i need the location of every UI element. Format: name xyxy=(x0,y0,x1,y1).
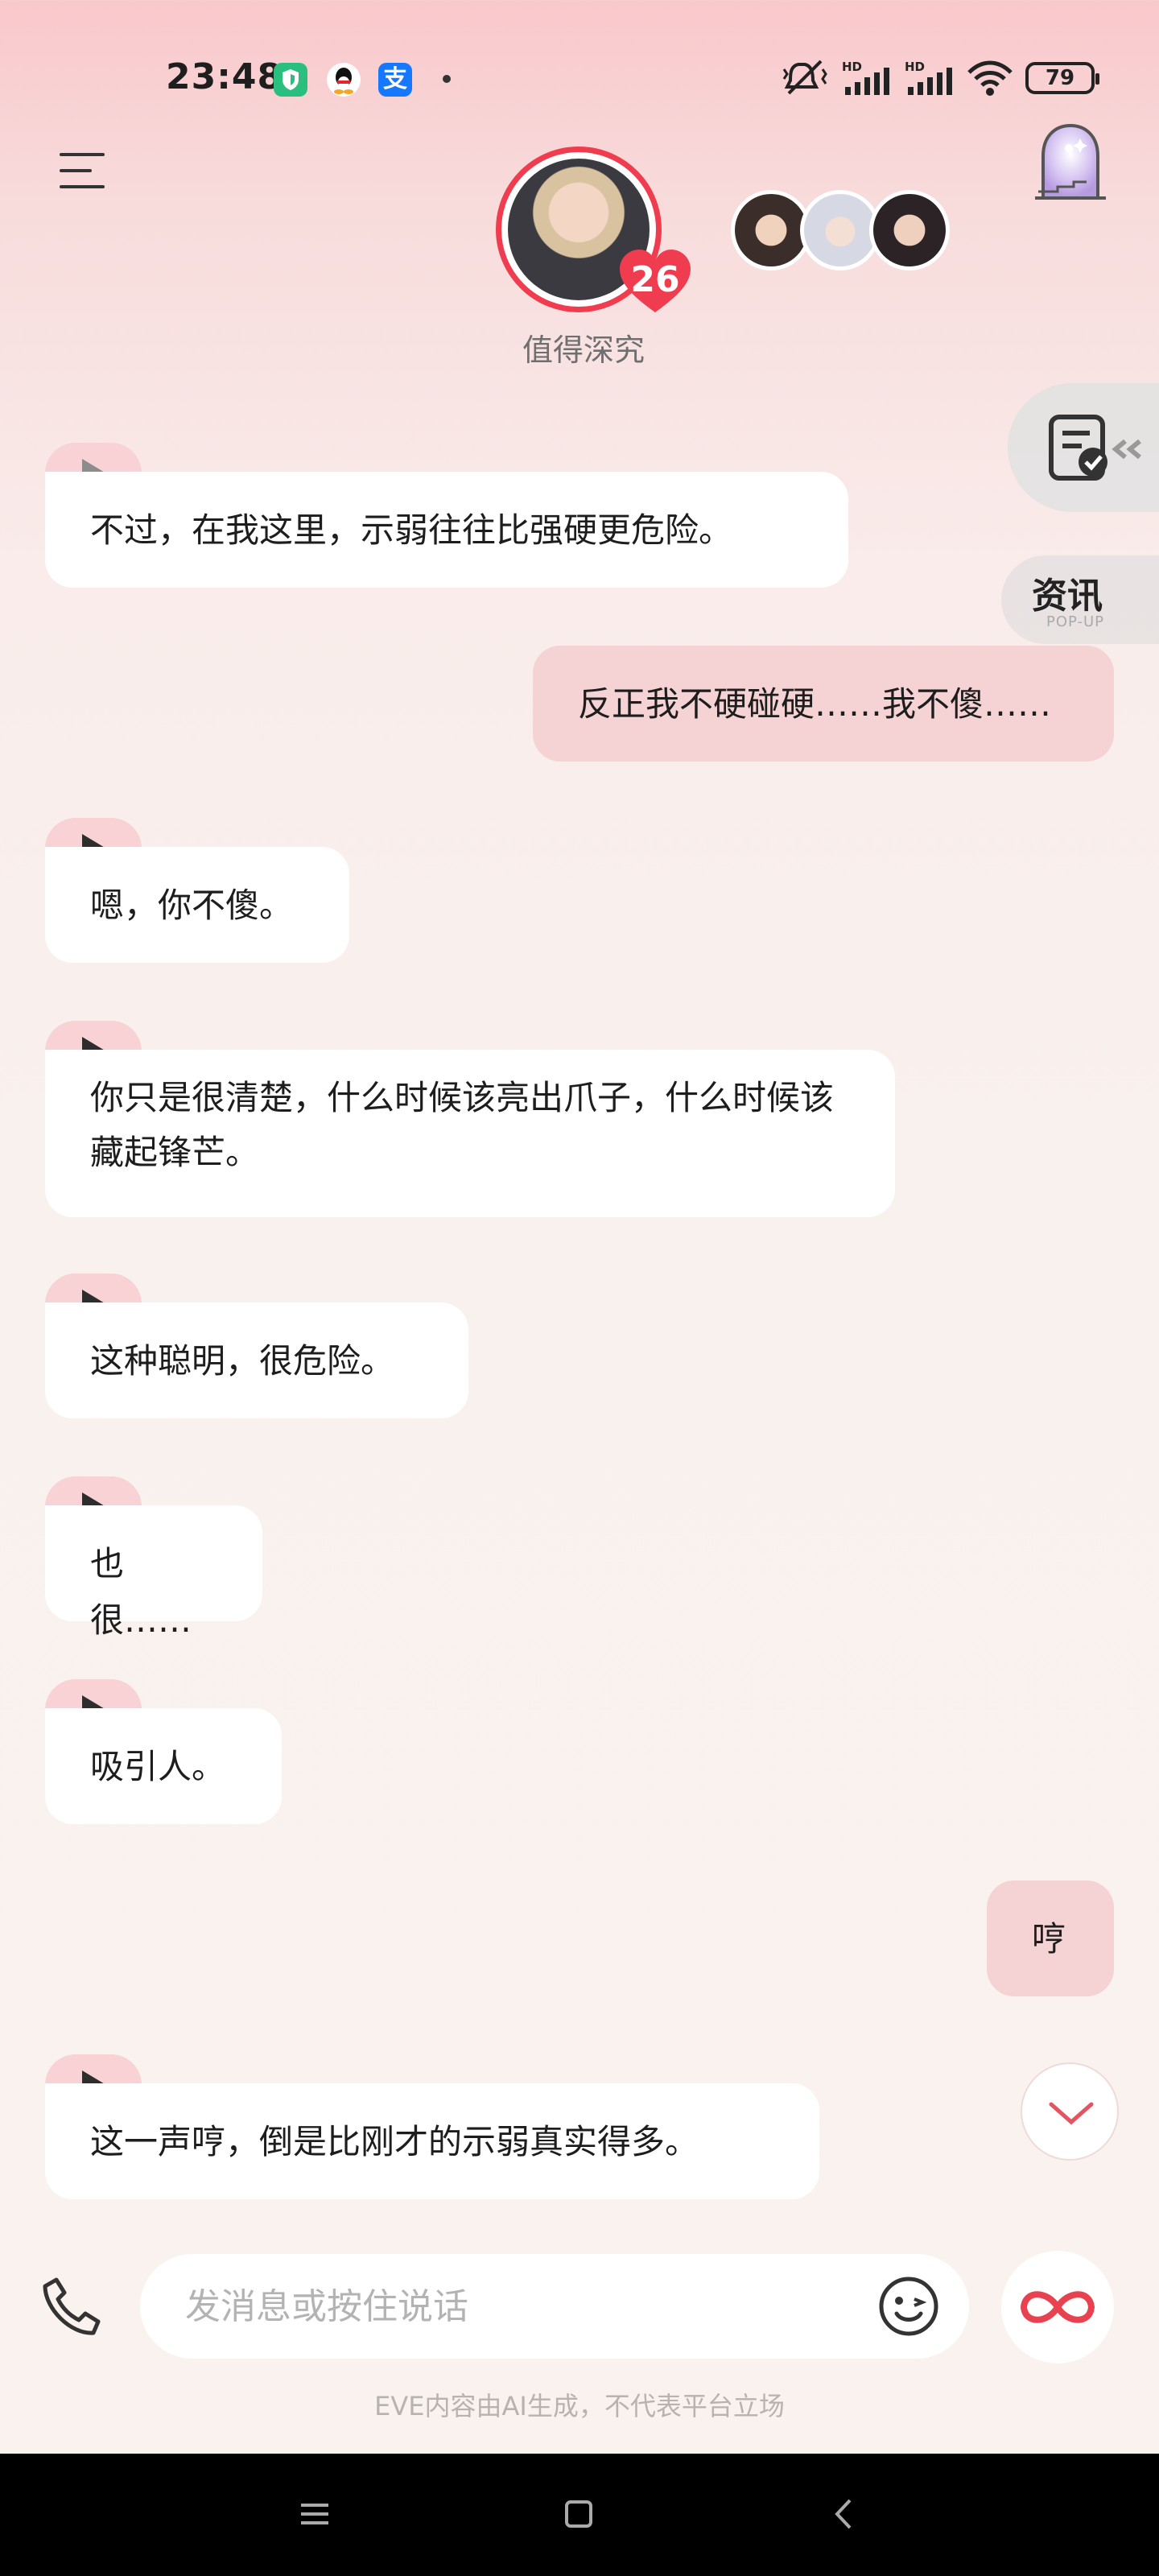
mute-vibrate-icon xyxy=(782,60,827,95)
infinity-mode-button[interactable] xyxy=(1001,2251,1114,2363)
news-title: 资讯 xyxy=(1032,576,1103,617)
emoji-icon[interactable] xyxy=(877,2275,940,2338)
door-portal-icon[interactable] xyxy=(1030,119,1111,203)
hd-signal-icon: HD xyxy=(905,60,952,95)
svg-text:HD: HD xyxy=(842,60,862,74)
task-clipboard-icon xyxy=(1049,415,1141,481)
affection-heart-icon: 26 xyxy=(617,248,694,316)
chevron-down-icon xyxy=(1049,2102,1094,2125)
infinity-icon xyxy=(1020,2291,1095,2323)
affection-level: 26 xyxy=(630,259,680,300)
ai-message-bubble[interactable]: 吸引人。 xyxy=(45,1708,282,1824)
ai-disclaimer: EVE内容由AI生成，不代表平台立场 xyxy=(374,2391,785,2421)
character-caption: 值得深究 xyxy=(522,332,645,368)
recent-apps-icon[interactable] xyxy=(287,2486,343,2542)
ai-message-bubble[interactable]: 不过，在我这里，示弱往往比强硬更危险。 xyxy=(45,472,848,588)
battery-icon: 79 xyxy=(1025,62,1099,94)
qq-app-icon xyxy=(327,63,361,97)
news-subtitle: POP-UP xyxy=(1046,613,1105,630)
task-panel-button[interactable] xyxy=(1008,383,1159,512)
notification-dot-icon xyxy=(443,75,451,83)
shield-app-icon xyxy=(274,63,307,97)
system-nav-bar xyxy=(0,2454,1159,2576)
wifi-icon xyxy=(967,60,1013,96)
svg-text:HD: HD xyxy=(905,60,925,74)
message-input-container[interactable] xyxy=(140,2254,969,2359)
ai-message-bubble[interactable]: 这种聪明，很危险。 xyxy=(45,1302,468,1418)
hamburger-menu-icon[interactable] xyxy=(60,150,108,190)
status-bar: 23:48 支 HD HD 79 xyxy=(0,0,1159,153)
alipay-app-icon: 支 xyxy=(378,63,412,97)
phone-call-icon[interactable] xyxy=(39,2275,103,2339)
user-message-bubble[interactable]: 反正我不硬碰硬……我不傻…… xyxy=(533,646,1114,762)
hd-signal-icon: HD xyxy=(842,60,889,95)
message-input[interactable] xyxy=(185,2278,829,2334)
character-avatar-small[interactable] xyxy=(731,190,811,270)
home-icon[interactable] xyxy=(551,2486,607,2542)
character-avatar-small[interactable] xyxy=(869,190,950,270)
news-popup-button[interactable]: 资讯 POP-UP xyxy=(1001,555,1159,644)
status-time: 23:48 xyxy=(166,56,283,97)
user-message-bubble[interactable]: 哼 xyxy=(987,1880,1114,1996)
ai-message-bubble[interactable]: 嗯，你不傻。 xyxy=(45,847,349,963)
character-avatar-small[interactable] xyxy=(800,190,881,270)
other-characters[interactable] xyxy=(731,190,950,270)
ai-message-bubble[interactable]: 也很…… xyxy=(45,1505,262,1640)
scroll-to-bottom-button[interactable] xyxy=(1021,2062,1119,2161)
ai-message-bubble[interactable]: 这一声哼，倒是比刚才的示弱真实得多。 xyxy=(45,2083,819,2199)
ai-message-bubble[interactable]: 你只是很清楚，什么时候该亮出爪子，什么时候该藏起锋芒。 xyxy=(45,1050,895,1217)
back-icon[interactable] xyxy=(816,2486,872,2542)
status-right-icons: HD HD 79 xyxy=(782,58,1099,98)
